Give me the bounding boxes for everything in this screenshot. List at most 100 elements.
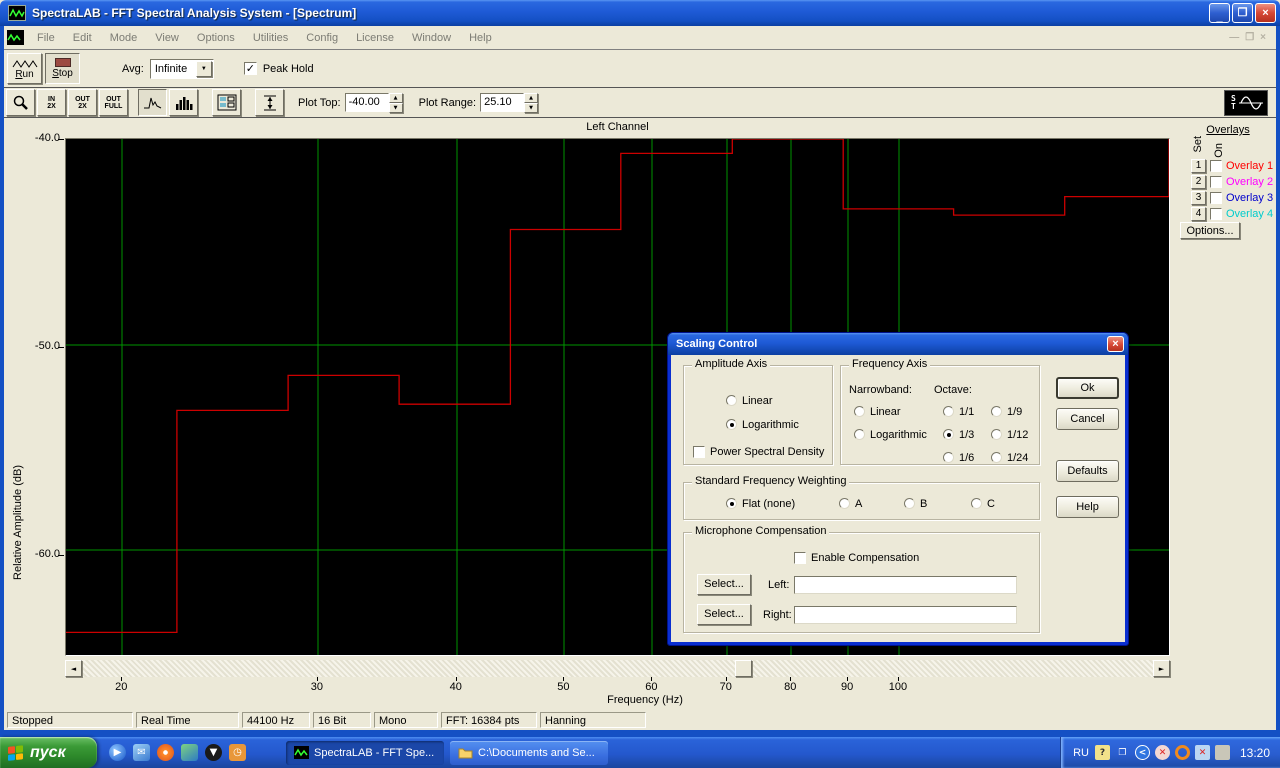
bar-view-button[interactable] <box>169 89 198 116</box>
avg-combobox[interactable]: Infinite ▼ <box>150 59 214 79</box>
amplitude-logarithmic-radio[interactable] <box>726 419 737 430</box>
media-player-icon[interactable]: ▶ <box>109 744 126 761</box>
collapse-chevron-icon[interactable]: < <box>1135 745 1150 760</box>
language-indicator[interactable]: RU <box>1073 747 1089 759</box>
weighting-c-radio[interactable] <box>971 498 982 509</box>
start-button[interactable]: пуск <box>0 737 97 768</box>
x-axis-label: Frequency (Hz) <box>65 694 1225 706</box>
peak-curve-view-button[interactable] <box>138 89 167 116</box>
menu-file[interactable]: File <box>28 29 64 47</box>
overlay-on-checkbox-4[interactable]: ✓ <box>1210 208 1222 220</box>
narrowband-linear-radio[interactable] <box>854 406 865 417</box>
frequency-scrollbar[interactable]: ◄ ► <box>65 660 1170 677</box>
clock[interactable]: 13:20 <box>1240 746 1270 760</box>
enable-compensation-checkbox[interactable]: ✓ <box>794 552 806 564</box>
x-tick-label-100: 100 <box>878 681 918 693</box>
display-config-button[interactable] <box>212 89 241 116</box>
minimize-button[interactable]: _ <box>1209 3 1230 23</box>
amplitude-linear-radio[interactable] <box>726 395 737 406</box>
menu-utilities[interactable]: Utilities <box>244 29 297 47</box>
photo-icon[interactable] <box>181 744 198 761</box>
restore-window-icon[interactable]: ❐ <box>1115 745 1130 760</box>
dialog-close-icon[interactable]: × <box>1107 336 1124 352</box>
narrowband-logarithmic-radio[interactable] <box>854 429 865 440</box>
chevron-down-icon[interactable]: ▼ <box>196 61 212 77</box>
mail-icon[interactable]: ✉ <box>133 744 150 761</box>
cancel-button[interactable]: Cancel <box>1056 408 1119 430</box>
plot-top-spinner[interactable]: ▲▼ <box>389 93 403 112</box>
defaults-button[interactable]: Defaults <box>1056 460 1119 482</box>
weighting-b-radio[interactable] <box>904 498 915 509</box>
scroll-left-arrow-icon[interactable]: ◄ <box>65 660 82 677</box>
peak-hold-checkbox[interactable]: ✓ <box>244 62 257 75</box>
plot-top-input[interactable]: -40.00 <box>345 93 389 112</box>
overlay-set-button-2[interactable]: 2 <box>1191 175 1206 189</box>
plot-range-input[interactable]: 25.10 <box>480 93 524 112</box>
dual-display-icon[interactable] <box>1215 745 1230 760</box>
menu-view[interactable]: View <box>146 29 188 47</box>
overlay-on-checkbox-3[interactable]: ✓ <box>1210 192 1222 204</box>
mdi-window-controls[interactable]: ― ❐ × <box>1229 32 1276 43</box>
octave-1-24-radio[interactable] <box>991 452 1002 463</box>
plot-range-spinner[interactable]: ▲▼ <box>524 93 538 112</box>
ok-button[interactable]: Ok <box>1056 377 1119 399</box>
taskbar-task-2[interactable]: C:\Documents and Se... <box>450 741 608 765</box>
menu-config[interactable]: Config <box>297 29 347 47</box>
scroll-right-arrow-icon[interactable]: ► <box>1153 660 1170 677</box>
psd-checkbox[interactable]: ✓ <box>693 446 705 458</box>
dialog-title-bar[interactable]: Scaling Control × <box>668 333 1128 355</box>
menu-help[interactable]: Help <box>460 29 501 47</box>
mdi-close-icon[interactable]: × <box>1260 32 1266 43</box>
volume-muted-icon[interactable]: ✕ <box>1155 745 1170 760</box>
stop-button[interactable]: Stop <box>45 53 80 84</box>
plot-top-label: Plot Top: <box>298 97 341 109</box>
status-cell-2: Real Time <box>136 712 239 728</box>
mic-left-input[interactable] <box>794 576 1017 594</box>
select-left-button[interactable]: Select... <box>697 574 751 595</box>
browser-icon[interactable] <box>157 744 174 761</box>
octave-1-3-radio[interactable] <box>943 429 954 440</box>
ring-app-icon[interactable] <box>1175 745 1190 760</box>
maximize-button[interactable]: ❐ <box>1232 3 1253 23</box>
octave-1-1-radio[interactable] <box>943 406 954 417</box>
overlay-set-button-1[interactable]: 1 <box>1191 159 1206 173</box>
help-icon[interactable]: ? <box>1095 745 1110 760</box>
overlay-on-checkbox-1[interactable]: ✓ <box>1210 160 1222 172</box>
menu-window[interactable]: Window <box>403 29 460 47</box>
overlay-on-checkbox-2[interactable]: ✓ <box>1210 176 1222 188</box>
menu-license[interactable]: License <box>347 29 403 47</box>
close-button[interactable]: × <box>1255 3 1276 23</box>
folder-icon <box>458 746 473 759</box>
scrollbar-thumb[interactable] <box>735 660 752 677</box>
menu-edit[interactable]: Edit <box>64 29 101 47</box>
taskbar-task-1[interactable]: SpectraLAB - FFT Spe... <box>286 741 444 765</box>
signal-generator-button[interactable]: ST <box>1224 90 1268 116</box>
overlay-options-button[interactable]: Options... <box>1180 222 1240 239</box>
zoom-out-full-button[interactable]: OUT FULL <box>99 89 128 116</box>
menu-mode[interactable]: Mode <box>101 29 147 47</box>
run-button[interactable]: Run <box>7 53 42 84</box>
clock-icon[interactable]: ◷ <box>229 744 246 761</box>
zoom-in-2x-button[interactable]: IN 2X <box>37 89 66 116</box>
octave-1-6-radio[interactable] <box>943 452 954 463</box>
amplitude-scale-button[interactable] <box>255 89 284 116</box>
window-frame-right <box>1276 26 1280 737</box>
overlay-set-button-3[interactable]: 3 <box>1191 191 1206 205</box>
mdi-restore-icon[interactable]: ❐ <box>1245 32 1254 43</box>
octave-1-12-radio[interactable] <box>991 429 1002 440</box>
menu-options[interactable]: Options <box>188 29 244 47</box>
mdi-minimize-icon[interactable]: ― <box>1229 32 1239 43</box>
bat-icon[interactable]: ▼ <box>205 744 222 761</box>
overlay-label-1: Overlay 1 <box>1226 160 1273 172</box>
weighting-a-radio[interactable] <box>839 498 850 509</box>
mic-right-input[interactable] <box>794 606 1017 624</box>
network-offline-icon[interactable]: ✕ <box>1195 745 1210 760</box>
weighting-flat-radio[interactable] <box>726 498 737 509</box>
help-button[interactable]: Help <box>1056 496 1119 518</box>
narrowband-label: Narrowband: <box>849 384 912 396</box>
select-right-button[interactable]: Select... <box>697 604 751 625</box>
zoom-out-2x-button[interactable]: OUT 2X <box>68 89 97 116</box>
overlay-set-button-4[interactable]: 4 <box>1191 207 1206 221</box>
octave-1-9-radio[interactable] <box>991 406 1002 417</box>
zoom-tool-button[interactable] <box>6 89 35 116</box>
